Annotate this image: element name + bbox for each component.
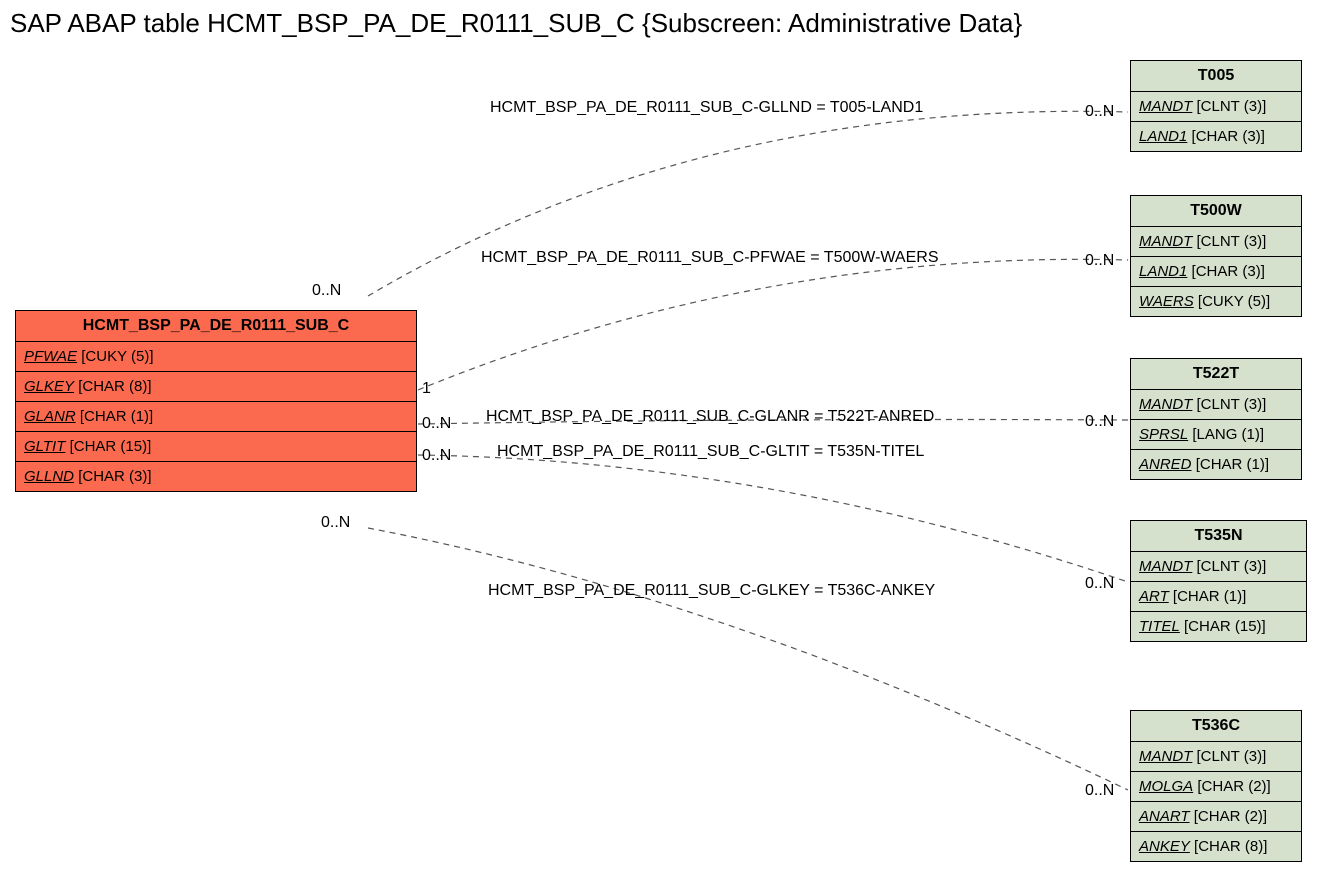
entity-row: LAND1 [CHAR (3)]: [1131, 257, 1301, 287]
entity-t535n: T535N MANDT [CLNT (3)] ART [CHAR (1)] TI…: [1130, 520, 1307, 642]
entity-main-row: GLANR [CHAR (1)]: [16, 402, 416, 432]
cardinality: 0..N: [321, 514, 350, 532]
entity-row: MANDT [CLNT (3)]: [1131, 390, 1301, 420]
entity-t522t-header: T522T: [1131, 359, 1301, 390]
relation-label-5: HCMT_BSP_PA_DE_R0111_SUB_C-GLKEY = T536C…: [488, 582, 935, 600]
relation-label-4: HCMT_BSP_PA_DE_R0111_SUB_C-GLTIT = T535N…: [497, 443, 924, 461]
entity-row: MANDT [CLNT (3)]: [1131, 227, 1301, 257]
entity-t005: T005 MANDT [CLNT (3)] LAND1 [CHAR (3)]: [1130, 60, 1302, 152]
entity-main-row: GLKEY [CHAR (8)]: [16, 372, 416, 402]
entity-row: SPRSL [LANG (1)]: [1131, 420, 1301, 450]
cardinality: 0..N: [1085, 782, 1114, 800]
entity-main-row: PFWAE [CUKY (5)]: [16, 342, 416, 372]
entity-t535n-header: T535N: [1131, 521, 1306, 552]
entity-t536c: T536C MANDT [CLNT (3)] MOLGA [CHAR (2)] …: [1130, 710, 1302, 862]
entity-row: MANDT [CLNT (3)]: [1131, 552, 1306, 582]
entity-row: MANDT [CLNT (3)]: [1131, 742, 1301, 772]
cardinality: 0..N: [1085, 413, 1114, 431]
entity-t500w-header: T500W: [1131, 196, 1301, 227]
cardinality: 1: [422, 380, 431, 398]
entity-main-row: GLTIT [CHAR (15)]: [16, 432, 416, 462]
entity-row: WAERS [CUKY (5)]: [1131, 287, 1301, 316]
entity-row: ANKEY [CHAR (8)]: [1131, 832, 1301, 861]
relation-label-2: HCMT_BSP_PA_DE_R0111_SUB_C-PFWAE = T500W…: [481, 249, 938, 267]
entity-row: ART [CHAR (1)]: [1131, 582, 1306, 612]
entity-t005-header: T005: [1131, 61, 1301, 92]
entity-t522t: T522T MANDT [CLNT (3)] SPRSL [LANG (1)] …: [1130, 358, 1302, 480]
cardinality: 0..N: [312, 282, 341, 300]
entity-row: MANDT [CLNT (3)]: [1131, 92, 1301, 122]
entity-t500w: T500W MANDT [CLNT (3)] LAND1 [CHAR (3)] …: [1130, 195, 1302, 317]
entity-t536c-header: T536C: [1131, 711, 1301, 742]
entity-row: MOLGA [CHAR (2)]: [1131, 772, 1301, 802]
relation-label-3: HCMT_BSP_PA_DE_R0111_SUB_C-GLANR = T522T…: [486, 408, 934, 426]
cardinality: 0..N: [1085, 575, 1114, 593]
cardinality: 0..N: [1085, 103, 1114, 121]
cardinality: 0..N: [422, 415, 451, 433]
entity-main: HCMT_BSP_PA_DE_R0111_SUB_C PFWAE [CUKY (…: [15, 310, 417, 492]
cardinality: 0..N: [1085, 252, 1114, 270]
entity-row: TITEL [CHAR (15)]: [1131, 612, 1306, 641]
cardinality: 0..N: [422, 447, 451, 465]
entity-row: LAND1 [CHAR (3)]: [1131, 122, 1301, 151]
entity-main-header: HCMT_BSP_PA_DE_R0111_SUB_C: [16, 311, 416, 342]
relation-label-1: HCMT_BSP_PA_DE_R0111_SUB_C-GLLND = T005-…: [490, 99, 923, 117]
entity-main-row: GLLND [CHAR (3)]: [16, 462, 416, 491]
entity-row: ANART [CHAR (2)]: [1131, 802, 1301, 832]
entity-row: ANRED [CHAR (1)]: [1131, 450, 1301, 479]
diagram-title: SAP ABAP table HCMT_BSP_PA_DE_R0111_SUB_…: [10, 8, 1022, 39]
